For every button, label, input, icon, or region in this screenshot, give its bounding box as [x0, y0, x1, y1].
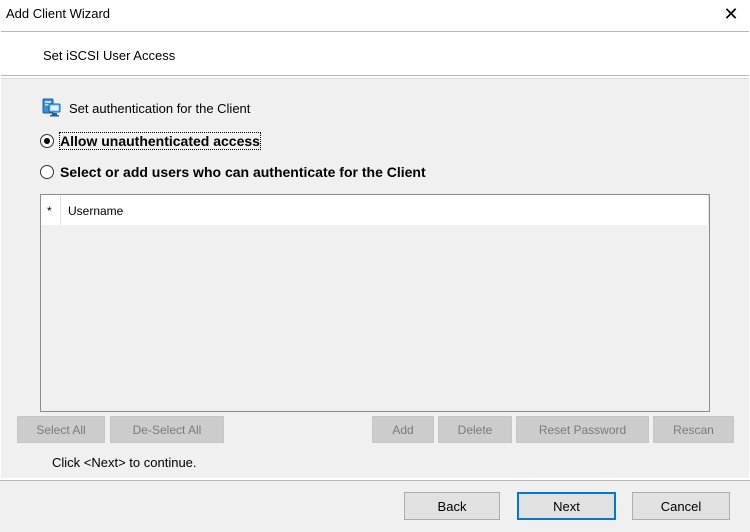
- title-bar: Add Client Wizard ✕: [0, 0, 750, 30]
- reset-password-button[interactable]: Reset Password: [516, 416, 649, 443]
- select-users-label[interactable]: Select or add users who can authenticate…: [60, 164, 426, 180]
- section-heading: Set authentication for the Client: [41, 97, 250, 119]
- cancel-button[interactable]: Cancel: [632, 492, 730, 520]
- continue-hint: Click <Next> to continue.: [52, 455, 197, 470]
- user-list[interactable]: * Username: [40, 194, 710, 412]
- column-divider-right: [708, 195, 709, 225]
- username-column-header[interactable]: Username: [68, 204, 123, 218]
- section-label: Set authentication for the Client: [69, 100, 251, 116]
- select-all-button[interactable]: Select All: [17, 416, 105, 443]
- add-button[interactable]: Add: [372, 416, 434, 443]
- delete-button[interactable]: Delete: [438, 416, 512, 443]
- client-computer-icon: [42, 98, 61, 117]
- new-row-marker: *: [47, 204, 52, 218]
- window-title: Add Client Wizard: [6, 6, 111, 21]
- select-users-radio[interactable]: Select or add users who can authenticate…: [40, 164, 426, 180]
- list-header-row: * Username: [41, 195, 709, 225]
- wizard-header: Set iSCSI User Access: [1, 31, 749, 76]
- allow-unauthenticated-label[interactable]: Allow unauthenticated access: [59, 132, 261, 150]
- page-title: Set iSCSI User Access: [43, 48, 176, 63]
- radio-button-selected[interactable]: [40, 134, 54, 148]
- radio-button-unselected[interactable]: [40, 165, 54, 179]
- rescan-button[interactable]: Rescan: [653, 416, 734, 443]
- back-button[interactable]: Back: [404, 492, 500, 520]
- close-icon[interactable]: ✕: [720, 2, 742, 26]
- deselect-all-button[interactable]: De-Select All: [110, 416, 224, 443]
- allow-unauthenticated-radio[interactable]: Allow unauthenticated access: [40, 132, 261, 150]
- next-button[interactable]: Next: [517, 492, 616, 520]
- column-divider: [60, 195, 61, 225]
